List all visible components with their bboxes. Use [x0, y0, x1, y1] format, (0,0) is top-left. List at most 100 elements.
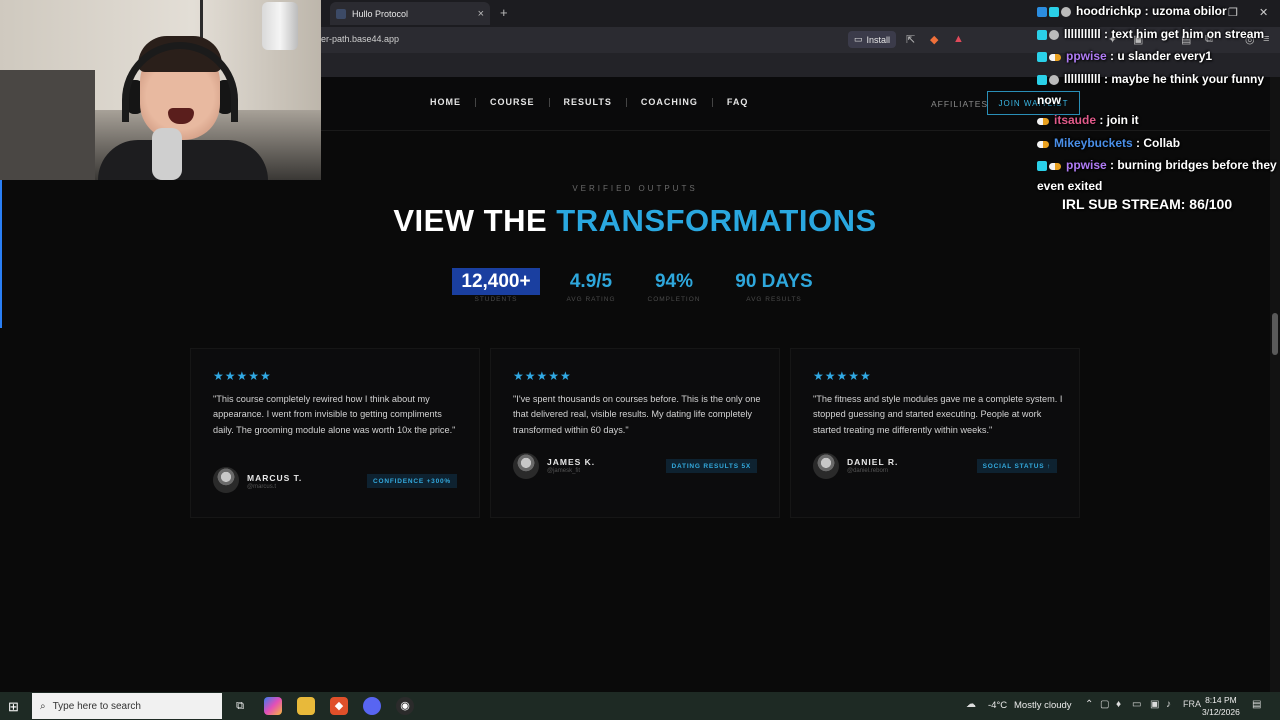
install-icon: ▭: [854, 34, 863, 44]
chat-text: : u slander every1: [1106, 49, 1213, 63]
display-icon[interactable]: ▣: [1150, 699, 1159, 710]
brave-rewards-icon[interactable]: ▲: [953, 33, 964, 45]
tab-close-icon[interactable]: ×: [478, 8, 484, 20]
notifications-icon[interactable]: ▤: [1252, 699, 1261, 710]
stat-completion: 94% COMPLETION: [642, 268, 706, 303]
discord-icon[interactable]: [363, 697, 381, 715]
chat-username: itsaude: [1054, 113, 1097, 127]
tray-app-icon[interactable]: ▢: [1100, 699, 1109, 710]
task-view-icon[interactable]: ⧉: [231, 697, 249, 715]
nav-coaching[interactable]: COACHING: [627, 97, 712, 107]
testimonial-handle: @daniel.reborn: [847, 468, 889, 474]
chat-message: hoodrichkp : uzoma obilor: [1037, 1, 1279, 22]
browser-tab[interactable]: Hullo Protocol ×: [330, 2, 490, 25]
testimonial-handle: @marcus.t: [247, 484, 277, 490]
language-indicator[interactable]: FRA: [1183, 699, 1201, 709]
weather-icon: ☁: [966, 699, 976, 710]
microphone-tray-icon[interactable]: ♦: [1116, 699, 1121, 710]
nav-course[interactable]: COURSE: [476, 97, 549, 107]
screen: Hullo Protocol × + ❐ ✕ dier-path.base44.…: [0, 0, 1280, 720]
install-button[interactable]: ▭ Install: [848, 31, 897, 48]
stat-value: 4.9/5: [569, 271, 613, 292]
chat-badges: [1037, 110, 1051, 131]
stat-results: 90 DAYS AVG RESULTS: [724, 268, 824, 303]
scrollbar-thumb[interactable]: [1272, 313, 1278, 355]
url-text[interactable]: dier-path.base44.app: [314, 34, 399, 44]
stat-label: AVG RATING: [566, 296, 616, 303]
testimonial-name: DANIEL R.: [847, 457, 899, 467]
chat-badges: [1037, 1, 1073, 22]
stat-label: AVG RESULTS: [746, 296, 802, 303]
obs-icon[interactable]: ◉: [396, 697, 414, 715]
chat-message: ppwise : burning bridges before they eve…: [1037, 155, 1279, 197]
star-rating-icon: ★★★★★: [213, 369, 272, 383]
testimonial-quote: "This course completely rewired how I th…: [213, 394, 456, 435]
chat-username: ppwise: [1066, 158, 1107, 172]
nav-faq[interactable]: FAQ: [713, 97, 763, 107]
install-label: Install: [866, 34, 891, 45]
stat-value: 12,400+: [452, 268, 540, 295]
chat-message: Mikeybuckets : Collab: [1037, 133, 1279, 154]
chat-badges: [1037, 155, 1063, 176]
result-badge: SOCIAL STATUS ↑: [976, 459, 1057, 473]
chat-badges: [1037, 69, 1061, 90]
nav-links: HOME COURSE RESULTS COACHING FAQ: [416, 97, 762, 107]
stat-value: 90 DAYS: [735, 271, 813, 292]
tray-expand-icon[interactable]: ⌃: [1085, 699, 1093, 710]
streamer-body: [98, 140, 268, 180]
avatar: [813, 453, 839, 479]
testimonial-card: ★★★★★ "I've spent thousands on courses b…: [490, 348, 780, 518]
webcam-bottle: [262, 2, 298, 50]
testimonial-quote: "The fitness and style modules gave me a…: [813, 394, 1063, 435]
testimonial-name: MARCUS T.: [247, 473, 303, 483]
chat-text: : join it: [1096, 113, 1139, 127]
affiliates-link[interactable]: AFFILIATES: [931, 99, 988, 109]
chat-message: itsaude : join it: [1037, 110, 1279, 131]
stat-rating: 4.9/5 AVG RATING: [556, 268, 626, 303]
weather-temp[interactable]: -4°C: [988, 700, 1007, 711]
favicon-icon: [336, 8, 346, 19]
sub-goal-counter: IRL SUB STREAM: 86/100: [1062, 196, 1233, 212]
chat-badges: [1037, 133, 1051, 154]
headline-plain: VIEW THE: [393, 203, 548, 238]
result-badge: CONFIDENCE +300%: [367, 474, 457, 488]
search-icon: ⌕: [40, 700, 46, 712]
brave-browser-icon[interactable]: ◆: [330, 697, 348, 715]
clock-date: 3/12/2026: [1202, 707, 1240, 717]
share-icon[interactable]: ⇱: [906, 33, 915, 46]
windows-start-icon[interactable]: ⊞: [8, 699, 19, 715]
nav-results[interactable]: RESULTS: [550, 97, 626, 107]
copilot-icon[interactable]: [264, 697, 282, 715]
testimonial-card: ★★★★★ "The fitness and style modules gav…: [790, 348, 1080, 518]
headline-accent: TRANSFORMATIONS: [556, 203, 877, 238]
network-icon[interactable]: ▭: [1132, 699, 1141, 710]
avatar: [513, 453, 539, 479]
microphone-icon: [152, 128, 182, 180]
tab-title: Hullo Protocol: [352, 8, 409, 19]
selection-edge: [0, 180, 2, 328]
chat-badges: [1037, 24, 1061, 45]
chat-text: : uzoma obilor: [1141, 4, 1227, 18]
avatar: [213, 467, 239, 493]
chat-text: : text him get him on stream: [1100, 27, 1265, 41]
chat-badges: [1037, 46, 1063, 67]
taskbar-search[interactable]: ⌕ Type here to search: [32, 693, 222, 719]
chat-username: hoodrichkp: [1076, 4, 1142, 18]
testimonial-quote: "I've spent thousands on courses before.…: [513, 394, 761, 435]
new-tab-icon[interactable]: +: [500, 5, 508, 20]
clock-time: 8:14 PM: [1205, 695, 1237, 705]
file-explorer-icon[interactable]: [297, 697, 315, 715]
brave-shield-icon[interactable]: ◆: [930, 33, 938, 46]
taskbar-clock[interactable]: 8:14 PM 3/12/2026: [1202, 694, 1240, 718]
nav-home[interactable]: HOME: [416, 97, 475, 107]
chat-message: lllllllllll : text him get him on stream: [1037, 24, 1279, 45]
stat-label: COMPLETION: [647, 296, 701, 303]
weather-text[interactable]: Mostly cloudy: [1014, 700, 1072, 711]
chat-text: : Collab: [1132, 136, 1181, 150]
volume-icon[interactable]: ♪: [1166, 699, 1171, 710]
stat-label: STUDENTS: [474, 296, 518, 303]
chat-username: Mikeybuckets: [1054, 136, 1133, 150]
stat-students: 12,400+ STUDENTS: [452, 268, 540, 303]
testimonial-handle: @jamesk_fit: [547, 468, 581, 474]
webcam-shelf: [0, 70, 95, 180]
